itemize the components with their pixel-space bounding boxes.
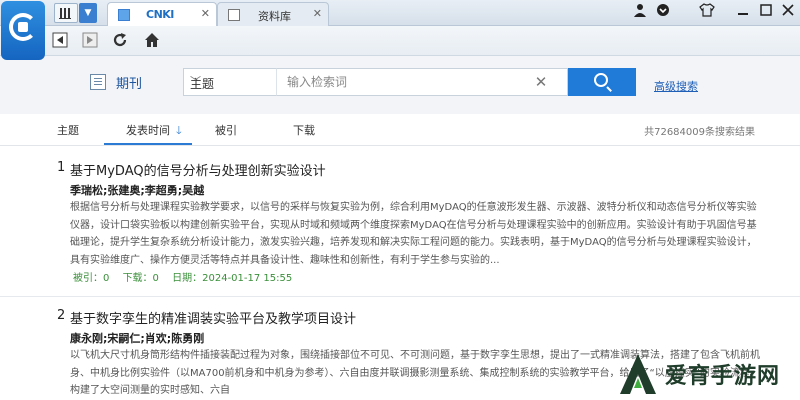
tab-label: 资料库 [258, 10, 291, 23]
result-title[interactable]: 基于数字孪生的精准调装实验平台及教学项目设计 [70, 308, 356, 327]
search-input[interactable] [276, 68, 568, 96]
journal-icon [90, 74, 106, 90]
watermark: 爱育手游网 [615, 350, 800, 400]
close-tab-icon[interactable]: ✕ [201, 7, 210, 20]
result-index: 2 [57, 308, 66, 323]
watermark-logo-icon [620, 354, 656, 394]
arrow-down-icon: 🡓 [176, 124, 182, 137]
search-icon [594, 73, 608, 87]
logo-dot-icon [18, 22, 28, 32]
result-meta: 被引：0 下载：0 日期：2024-01-17 15:55 [73, 269, 302, 284]
result-authors[interactable]: 康永刚;宋嗣仁;肖欢;陈勇刚 [70, 330, 204, 346]
shirt-icon[interactable] [697, 3, 717, 23]
chevron-down-icon: ﹀ [190, 75, 201, 88]
tab-library[interactable]: 资料库 ✕ [217, 2, 329, 26]
tab-cnki[interactable]: CNKI ✕ [107, 2, 217, 27]
forward-icon[interactable] [80, 31, 100, 51]
sort-by-citations[interactable]: 被引 [215, 122, 237, 138]
home-icon[interactable] [142, 31, 162, 51]
minimize-icon[interactable] [733, 3, 753, 23]
refresh-icon[interactable] [110, 31, 130, 51]
library-button[interactable] [54, 3, 78, 23]
result-abstract: 根据信号分析与处理课程实验教学要求，以信号的采样与恢复实验为例，综合利用MyDA… [70, 202, 757, 266]
sort-by-downloads[interactable]: 下载 [293, 122, 315, 138]
clear-icon[interactable]: ✕ [533, 72, 549, 92]
result-item[interactable]: 1 基于MyDAQ的信号分析与处理创新实验设计 季瑞松;张建奥;李超勇;吴越 根… [0, 147, 800, 297]
close-icon[interactable] [778, 3, 798, 23]
tab-label: CNKI [146, 8, 174, 21]
search-button[interactable] [568, 68, 636, 96]
result-index: 1 [57, 160, 66, 175]
search-area: 期刊 主题 ﹀ ✕ 高级搜索 [0, 56, 800, 114]
library-dropdown-button[interactable]: ▼ [79, 3, 97, 23]
chevron-down-icon: ▼ [84, 8, 92, 18]
maximize-icon[interactable] [756, 3, 776, 23]
sort-by-date[interactable]: 发表时间 🡓 [126, 122, 182, 141]
close-tab-icon[interactable]: ✕ [313, 7, 322, 20]
chevron-down-icon[interactable] [653, 3, 673, 23]
sort-bar: 主题 发表时间 🡓 被引 下载 共72684009条搜索结果 [0, 114, 800, 146]
sort-label: 发表时间 [126, 124, 170, 137]
result-count: 共72684009条搜索结果 [644, 127, 755, 138]
result-authors[interactable]: 季瑞松;张建奥;李超勇;吴越 [70, 182, 204, 198]
result-title[interactable]: 基于MyDAQ的信号分析与处理创新实验设计 [70, 160, 326, 179]
cnki-tab-icon [118, 9, 130, 21]
database-label[interactable]: 期刊 [116, 73, 142, 92]
cited-count: 被引：0 [73, 273, 110, 284]
user-icon[interactable] [630, 3, 650, 23]
sort-by-topic[interactable]: 主题 [57, 122, 79, 138]
book-columns-icon [59, 8, 71, 19]
title-bar: ▼ CNKI ✕ 资料库 ✕ [0, 0, 800, 60]
search-field-select[interactable]: 主题 ﹀ [183, 68, 276, 96]
library-tab-icon [228, 9, 240, 21]
app-logo[interactable] [1, 1, 45, 60]
download-count: 下载：0 [122, 273, 159, 284]
publish-date: 日期：2024-01-17 15:55 [172, 273, 293, 284]
back-icon[interactable] [50, 31, 70, 51]
navigation-toolbar [0, 26, 800, 56]
watermark-text: 爱育手游网 [665, 364, 781, 389]
advanced-search-link[interactable]: 高级搜索 [654, 78, 698, 94]
active-sort-indicator [104, 143, 192, 145]
